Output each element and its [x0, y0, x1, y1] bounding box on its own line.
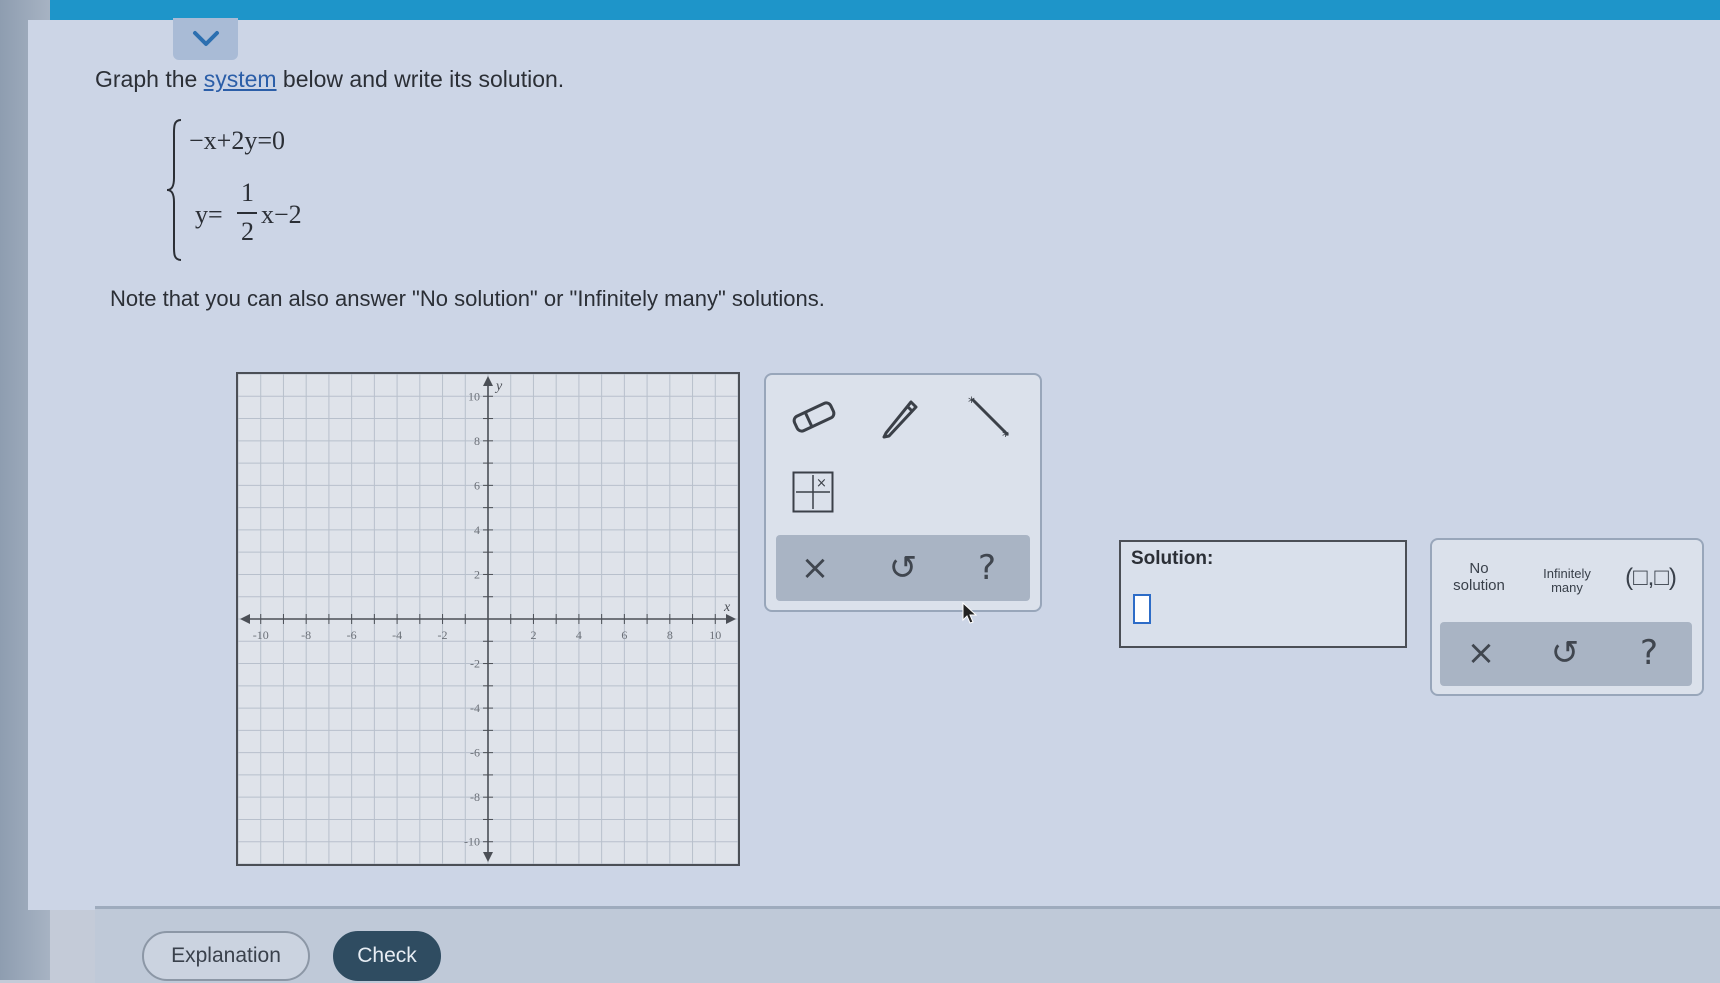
coordinate-plane[interactable]: -10 -8 -6 -4 -2 2 4 6 8 10 10 8 6 4 2 -2 -4 -6 -8 -10 x y: [238, 374, 738, 864]
x-tick-label: 6: [621, 628, 627, 642]
equation-2-rhs: x−2: [261, 200, 302, 229]
y-tick-label: -6: [470, 746, 480, 760]
answer-keypad: No solution Infinitely many (□,□) × ↺ ?: [1430, 538, 1704, 696]
y-tick-label: 2: [474, 567, 480, 581]
x-tick-label: -8: [301, 628, 311, 642]
x-tick-label: 2: [530, 628, 536, 642]
question-prompt: Graph the system below and write its sol…: [95, 66, 564, 93]
no-solution-line2: solution: [1453, 576, 1505, 594]
mouse-cursor-icon: [962, 601, 978, 631]
graph-clear-button[interactable]: ×: [790, 545, 840, 591]
eraser-tool-button[interactable]: [790, 397, 838, 440]
graph-tool-panel: * * × × ↺ ?: [764, 373, 1042, 612]
explanation-button[interactable]: Explanation: [142, 931, 310, 981]
keypad-clear-button[interactable]: ×: [1456, 630, 1506, 676]
solution-input[interactable]: [1133, 594, 1151, 624]
graph-canvas[interactable]: -10 -8 -6 -4 -2 2 4 6 8 10 10 8 6 4 2 -2 -4 -6 -8 -10 x y: [236, 372, 740, 866]
left-brace: [166, 119, 182, 261]
y-axis-arrow-down: [483, 852, 493, 862]
y-tick-label: 4: [474, 523, 480, 537]
y-tick-label: 8: [474, 434, 480, 448]
fraction-numerator: 1: [241, 178, 254, 207]
solution-box: Solution:: [1119, 540, 1407, 648]
x-tick-label: -2: [438, 628, 448, 642]
x-tick-label: 4: [576, 628, 582, 642]
keypad-help-button[interactable]: ?: [1624, 630, 1674, 676]
y-tick-label: -2: [470, 657, 480, 671]
fraction-bar: [237, 212, 257, 214]
infinitely-line2: many: [1551, 580, 1583, 596]
infinitely-many-button[interactable]: Infinitely many: [1532, 566, 1602, 597]
svg-text:*: *: [1002, 429, 1009, 441]
keypad-undo-button[interactable]: ↺: [1540, 630, 1590, 676]
line-tool-icon: * *: [968, 395, 1010, 445]
collapse-toggle-button[interactable]: [173, 18, 238, 60]
graph-actions-bar: × ↺ ?: [776, 535, 1030, 601]
equation-2-lhs: y=: [195, 200, 223, 229]
prompt-text-end: below and write its solution.: [276, 66, 565, 92]
equation-system: −x+2y=0 y= 1 2 x−2: [165, 118, 345, 263]
point-grid-tool-button[interactable]: ×: [792, 471, 834, 516]
x-axis-arrow-left: [240, 614, 250, 624]
solution-label: Solution:: [1131, 548, 1214, 569]
svg-text:*: *: [968, 395, 975, 411]
equation-1: −x+2y=0: [189, 126, 285, 155]
x-tick-label: -4: [392, 628, 402, 642]
pencil-tool-button[interactable]: [878, 393, 922, 444]
y-axis-arrow-up: [483, 376, 493, 386]
no-solution-line1: No: [1469, 560, 1489, 577]
answer-note: Note that you can also answer "No soluti…: [110, 286, 825, 311]
y-tick-label: -10: [464, 835, 480, 849]
prompt-text: Graph the: [95, 66, 204, 92]
pencil-icon: [882, 400, 918, 439]
no-solution-button[interactable]: No solution: [1444, 560, 1514, 595]
x-tick-label: -6: [347, 628, 357, 642]
ordered-pair-button[interactable]: (□,□): [1616, 564, 1686, 592]
eraser-icon: [792, 401, 836, 433]
graph-help-button[interactable]: ?: [962, 545, 1012, 591]
y-axis-label: y: [494, 379, 503, 394]
x-axis-label: x: [723, 600, 731, 615]
line-tool-button[interactable]: * *: [966, 393, 1014, 445]
x-tick-label: -10: [253, 628, 269, 642]
check-button[interactable]: Check: [333, 931, 441, 981]
fraction-denominator: 2: [241, 217, 254, 246]
y-tick-label: -4: [470, 701, 480, 715]
top-accent-bar: [0, 0, 1720, 20]
infinitely-line1: Infinitely: [1543, 566, 1591, 581]
keypad-actions-bar: × ↺ ?: [1440, 622, 1692, 686]
y-tick-label: 10: [468, 389, 480, 403]
y-tick-label: -8: [470, 790, 480, 804]
x-tick-label: 10: [709, 628, 721, 642]
svg-text:×: ×: [816, 476, 827, 491]
chevron-down-icon: [193, 31, 219, 46]
system-link[interactable]: system: [204, 66, 277, 92]
graph-undo-button[interactable]: ↺: [878, 545, 928, 591]
x-tick-label: 8: [667, 628, 673, 642]
x-axis-arrow-right: [726, 614, 736, 624]
y-tick-label: 6: [474, 478, 480, 492]
grid-point-icon: ×: [792, 471, 834, 513]
